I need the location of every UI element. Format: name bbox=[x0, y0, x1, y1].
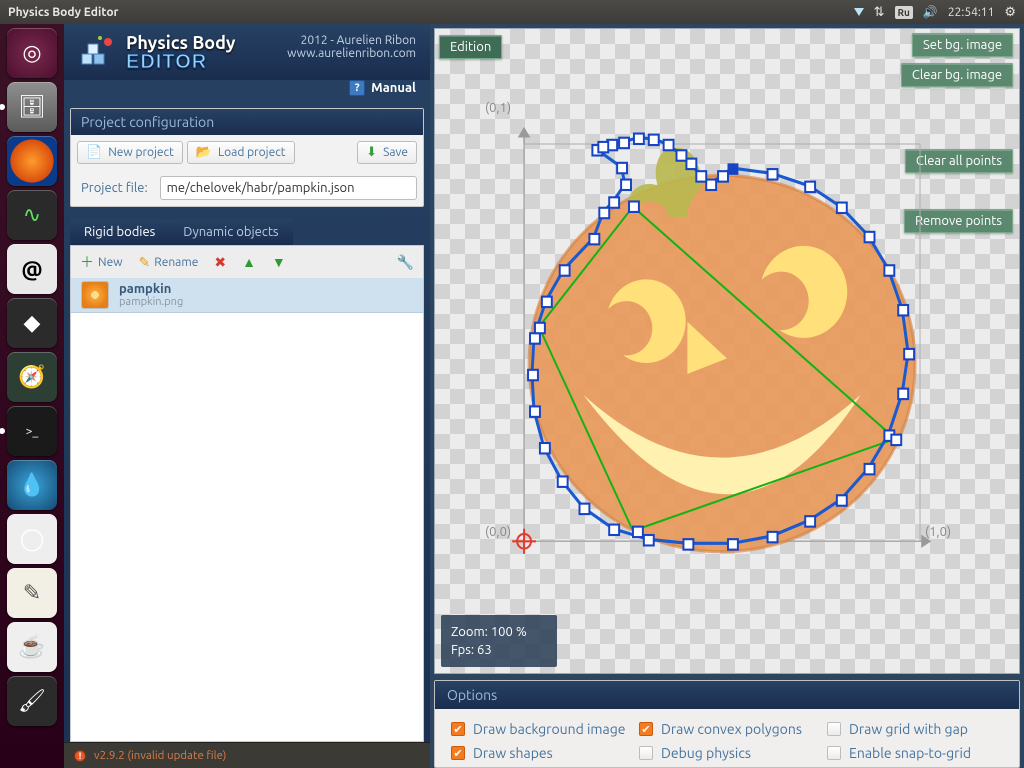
app-title-bottom: EDITOR bbox=[126, 52, 235, 72]
checkbox-icon bbox=[639, 722, 653, 736]
load-project-label: Load project bbox=[218, 146, 285, 159]
keyboard-layout-badge[interactable]: Ru bbox=[895, 6, 913, 19]
system-tray: ⇅ Ru 🔊 22:54:11 ⚙ bbox=[854, 5, 1016, 20]
arrow-down-icon: ▼ bbox=[272, 254, 286, 270]
window-title: Physics Body Editor bbox=[8, 6, 118, 19]
launcher-files[interactable]: 🗄 bbox=[7, 82, 57, 132]
new-file-icon: 📄 bbox=[86, 145, 102, 160]
status-bar: ! v2.9.2 (invalid update file) bbox=[64, 742, 430, 768]
gear-icon[interactable]: ⚙ bbox=[1004, 5, 1016, 20]
app-header: Physics Body EDITOR 2012 - Aurelien Ribo… bbox=[64, 24, 430, 80]
main-area: Edition Set bg. image Clear bg. image Cl… bbox=[430, 24, 1024, 768]
project-configuration-panel: Project configuration 📄 New project 📂 Lo… bbox=[70, 108, 424, 207]
new-project-button[interactable]: 📄 New project bbox=[77, 141, 183, 164]
launcher-gedit[interactable]: ✎ bbox=[7, 568, 57, 618]
new-body-button[interactable]: ＋ New bbox=[74, 249, 129, 275]
body-name: pampkin bbox=[119, 282, 183, 296]
network-icon[interactable]: ⇅ bbox=[874, 5, 885, 20]
volume-icon[interactable]: 🔊 bbox=[923, 5, 938, 19]
arrow-up-icon: ▲ bbox=[242, 254, 256, 270]
wrench-icon: 🔧 bbox=[397, 254, 414, 271]
launcher-inkscape[interactable]: ◆ bbox=[7, 298, 57, 348]
drop-indicator-icon bbox=[854, 8, 864, 16]
project-file-input[interactable] bbox=[160, 176, 417, 200]
pumpkin-image bbox=[529, 148, 915, 552]
tab-dynamic-objects[interactable]: Dynamic objects bbox=[169, 219, 292, 245]
opt-draw-grid[interactable]: Draw grid with gap bbox=[827, 721, 1003, 737]
checkbox-icon bbox=[451, 746, 465, 760]
delete-body-button[interactable]: ✖ bbox=[208, 251, 232, 274]
manual-link[interactable]: Manual bbox=[371, 81, 416, 95]
canvas-svg bbox=[435, 29, 1019, 673]
project-panel-title: Project configuration bbox=[71, 109, 423, 135]
open-folder-icon: 📂 bbox=[196, 145, 212, 160]
origin-crosshair-icon bbox=[512, 529, 536, 554]
os-menubar: Physics Body Editor ⇅ Ru 🔊 22:54:11 ⚙ bbox=[0, 0, 1024, 24]
credit-url: www.aurelienribon.com bbox=[287, 47, 416, 60]
save-button[interactable]: ⬇ Save bbox=[357, 141, 417, 164]
launcher-mypaint[interactable]: 🖌 bbox=[7, 676, 57, 726]
move-up-button[interactable]: ▲ bbox=[236, 251, 262, 273]
launcher-system-monitor[interactable]: ∿ bbox=[7, 190, 57, 240]
checkbox-icon bbox=[639, 746, 653, 760]
help-icon: ? bbox=[349, 80, 365, 96]
launcher-atril[interactable]: @ bbox=[7, 244, 57, 294]
app-credits: 2012 - Aurelien Ribon www.aurelienribon.… bbox=[287, 34, 416, 60]
sidebar: Physics Body EDITOR 2012 - Aurelien Ribo… bbox=[64, 24, 430, 768]
warning-icon: ! bbox=[74, 750, 86, 762]
opt-draw-bg[interactable]: Draw background image bbox=[451, 721, 627, 737]
project-file-label: Project file: bbox=[77, 181, 156, 195]
body-thumbnail-icon bbox=[81, 281, 109, 309]
bodies-list[interactable]: pampkin pampkin.png bbox=[70, 278, 424, 742]
options-title: Options bbox=[435, 681, 1019, 709]
unity-launcher: ◎ 🗄 ∿ @ ◆ 🧭 >_ 💧 ◯ ✎ ☕ 🖌 bbox=[0, 24, 64, 768]
move-down-button[interactable]: ▼ bbox=[266, 251, 292, 273]
tab-rigid-bodies[interactable]: Rigid bodies bbox=[70, 219, 169, 245]
clock[interactable]: 22:54:11 bbox=[948, 6, 995, 19]
new-body-label: New bbox=[98, 256, 123, 269]
launcher-dash[interactable]: ◎ bbox=[7, 28, 57, 78]
launcher-chromium[interactable]: ◯ bbox=[7, 514, 57, 564]
opt-draw-shapes[interactable]: Draw shapes bbox=[451, 745, 627, 761]
credit-year: 2012 - Aurelien Ribon bbox=[287, 34, 416, 47]
launcher-android-studio[interactable]: 🧭 bbox=[7, 352, 57, 402]
bodies-toolbar: ＋ New ✎Rename ✖ ▲ ▼ 🔧 bbox=[70, 245, 424, 278]
rename-body-label: Rename bbox=[154, 256, 198, 269]
checkbox-icon bbox=[827, 722, 841, 736]
save-label: Save bbox=[383, 146, 408, 159]
editor-canvas[interactable]: Edition Set bg. image Clear bg. image Cl… bbox=[434, 28, 1020, 674]
body-tabs: Rigid bodies Dynamic objects bbox=[70, 219, 424, 245]
launcher-java[interactable]: ☕ bbox=[7, 622, 57, 672]
pencil-icon: ✎ bbox=[139, 254, 151, 271]
body-image-file: pampkin.png bbox=[119, 296, 183, 308]
checkbox-icon bbox=[451, 722, 465, 736]
launcher-deluge[interactable]: 💧 bbox=[7, 460, 57, 510]
status-text: v2.9.2 (invalid update file) bbox=[94, 749, 226, 762]
launcher-terminal[interactable]: >_ bbox=[7, 406, 57, 456]
new-project-label: New project bbox=[108, 146, 174, 159]
launcher-firefox[interactable] bbox=[7, 136, 57, 186]
opt-debug-physics[interactable]: Debug physics bbox=[639, 745, 815, 761]
settings-button[interactable]: 🔧 bbox=[391, 251, 420, 274]
save-icon: ⬇ bbox=[366, 145, 377, 160]
delete-icon: ✖ bbox=[214, 254, 226, 271]
opt-draw-convex[interactable]: Draw convex polygons bbox=[639, 721, 815, 737]
checkbox-icon bbox=[827, 746, 841, 760]
load-project-button[interactable]: 📂 Load project bbox=[187, 141, 295, 164]
plus-icon: ＋ bbox=[80, 252, 94, 272]
opt-snap-grid[interactable]: Enable snap-to-grid bbox=[827, 745, 1003, 761]
options-panel: Options Draw background image Draw conve… bbox=[434, 680, 1020, 768]
rename-body-button[interactable]: ✎Rename bbox=[133, 251, 205, 274]
app-window: Physics Body EDITOR 2012 - Aurelien Ribo… bbox=[64, 24, 1024, 768]
list-item[interactable]: pampkin pampkin.png bbox=[71, 278, 423, 313]
app-logo-icon bbox=[78, 34, 118, 74]
app-title-top: Physics Body bbox=[126, 34, 235, 52]
